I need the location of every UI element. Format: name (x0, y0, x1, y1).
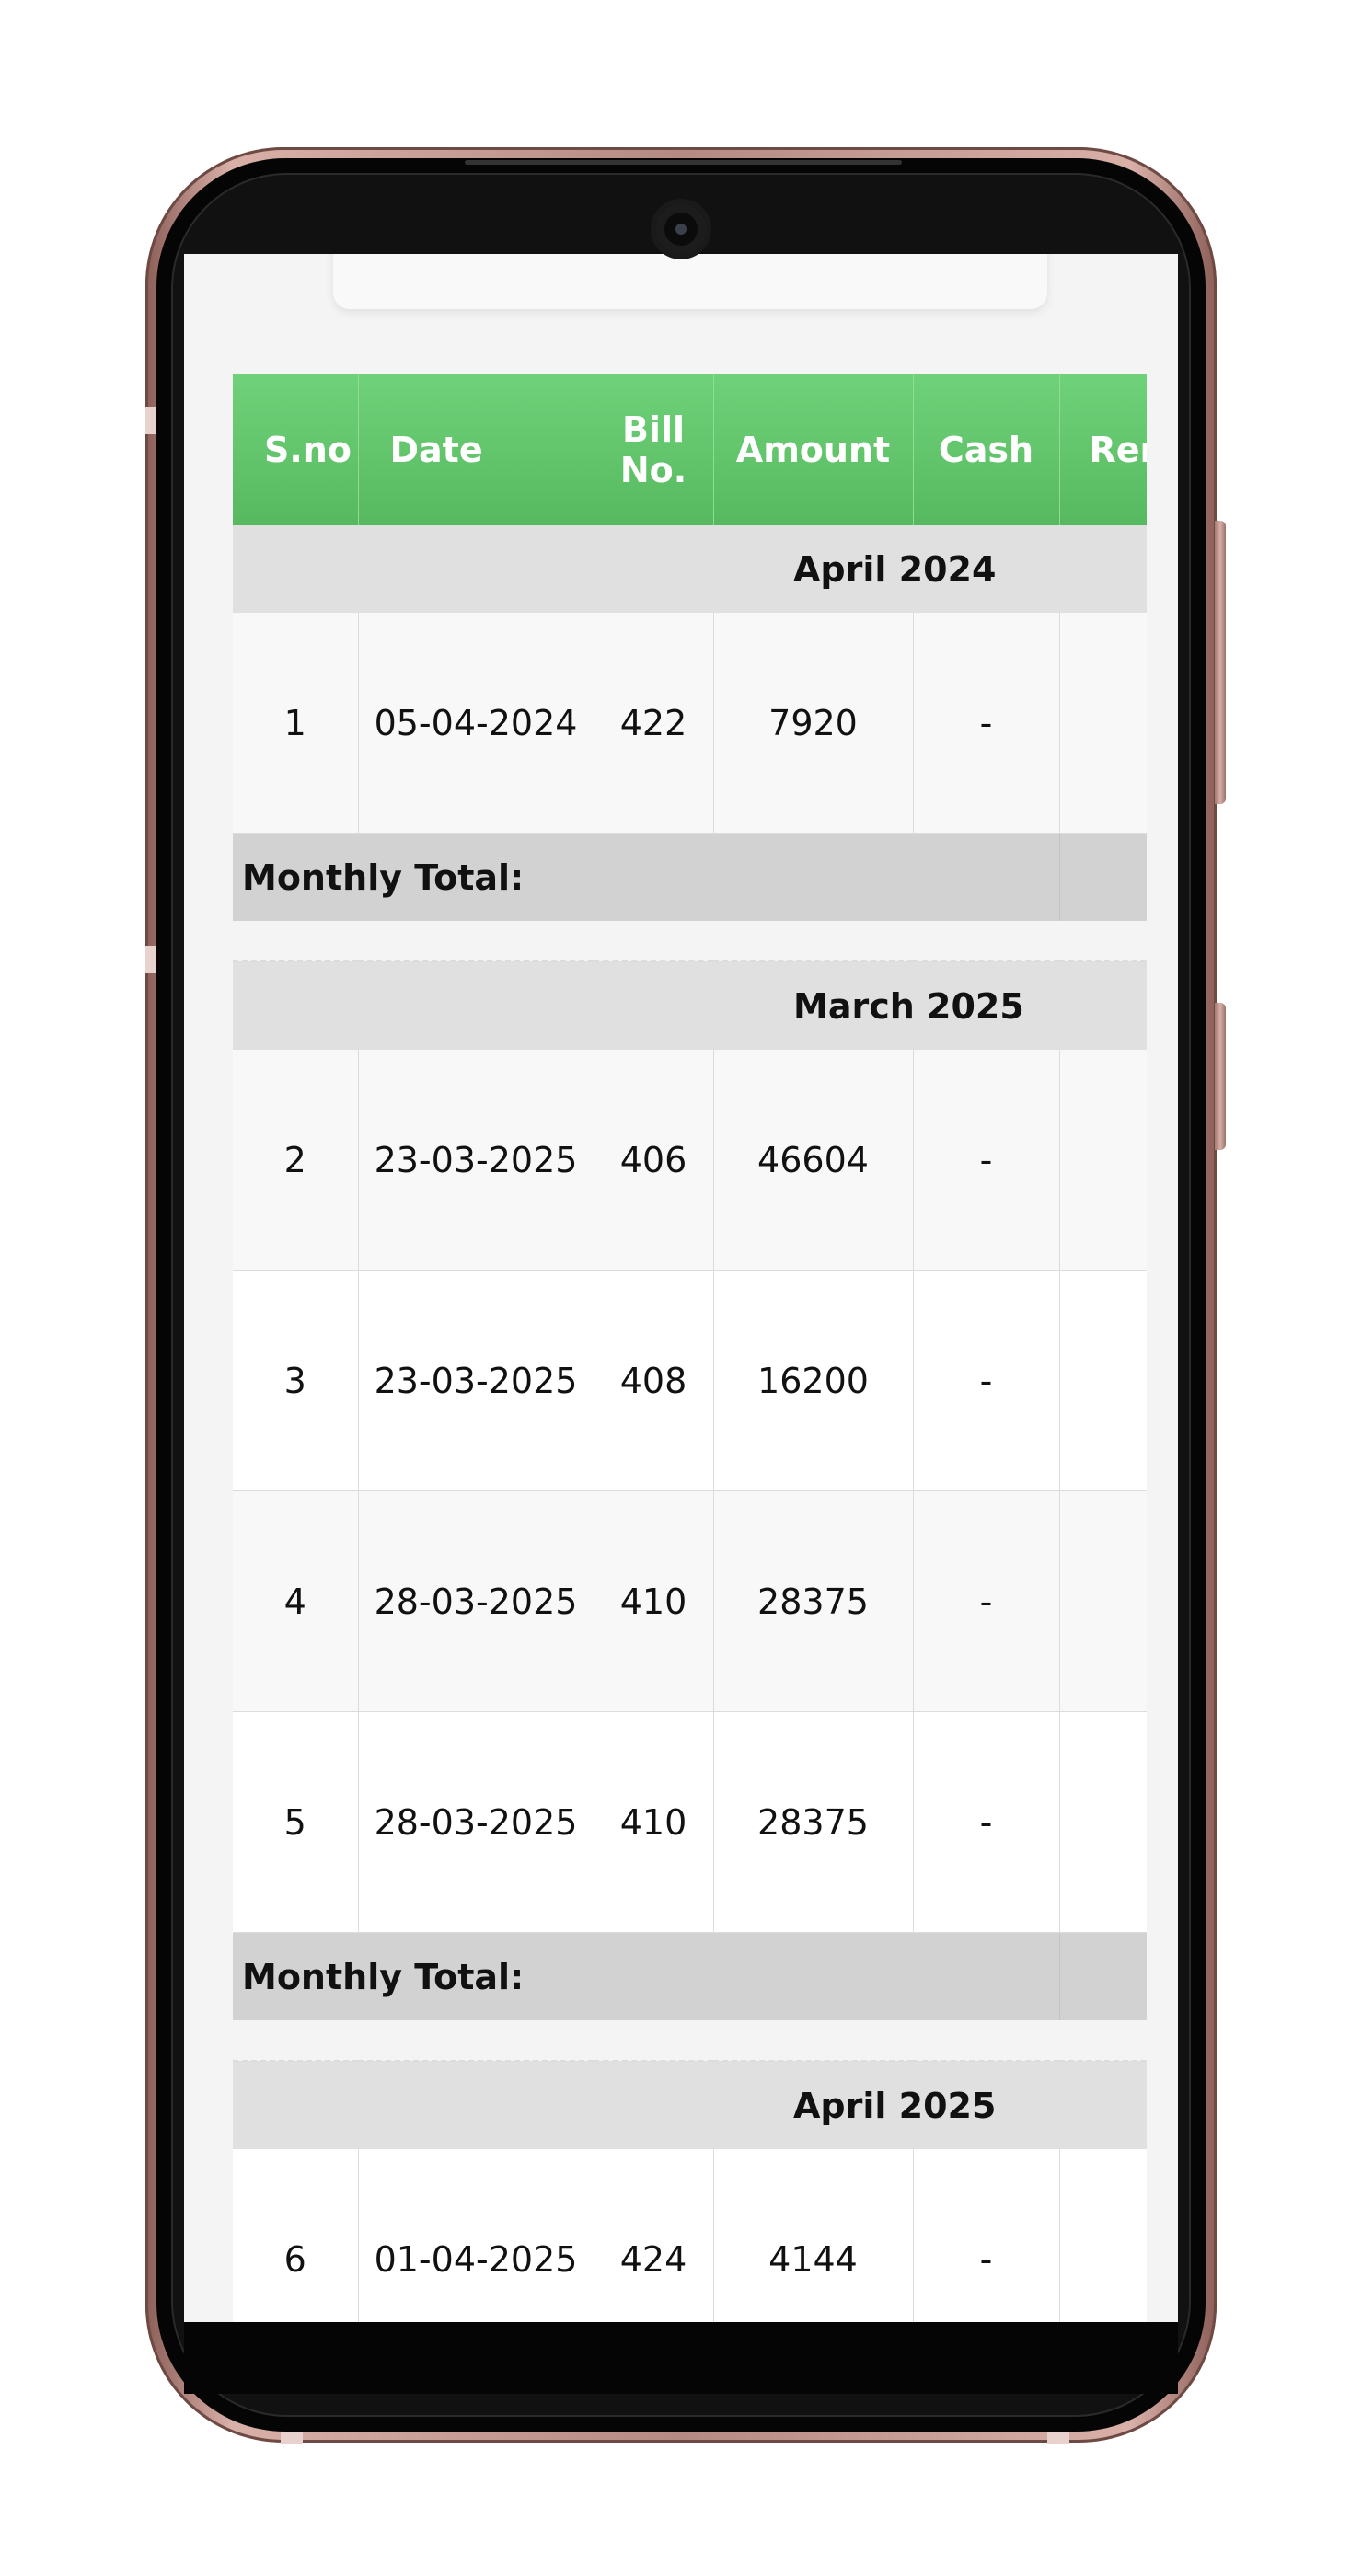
cell-amount: 4144 (713, 2149, 914, 2322)
table-row[interactable]: 3 23-03-2025 408 16200 - (233, 1270, 1147, 1491)
cell-sno: 4 (233, 1490, 359, 1712)
month-label: April 2025 (793, 2085, 997, 2126)
cell-date: 05-04-2024 (358, 613, 594, 834)
cell-amount: 28375 (713, 1490, 914, 1712)
cell-remarks (1059, 1490, 1147, 1712)
cell-sno: 2 (233, 1050, 359, 1271)
cell-bill: 422 (594, 613, 714, 834)
monthly-total-label: Monthly Total: (233, 833, 1059, 921)
month-header-row: March 2025 (233, 961, 1147, 1050)
cell-amount: 7920 (713, 613, 914, 834)
cell-bill: 424 (594, 2149, 714, 2322)
monthly-total-label: Monthly Total: (233, 1932, 1059, 2020)
front-camera-icon (655, 203, 707, 255)
table-row[interactable]: 1 05-04-2024 422 7920 - (233, 613, 1147, 834)
cell-remarks (1059, 2149, 1147, 2322)
cell-sno: 5 (233, 1711, 359, 1933)
header-bill-line2: No. (619, 450, 687, 490)
header-amount[interactable]: Amount (713, 374, 914, 525)
cell-amount: 28375 (713, 1711, 914, 1933)
power-button (1215, 1003, 1226, 1150)
month-header-row: April 2025 (233, 2061, 1147, 2149)
cell-date: 01-04-2025 (358, 2149, 594, 2322)
monthly-total-value (1058, 1932, 1147, 2020)
month-label: April 2024 (793, 548, 997, 590)
bills-table-scroll[interactable]: S.no Date Bill No. Amount Cash Rem (233, 374, 1147, 2322)
cell-remarks (1059, 613, 1147, 834)
header-bill-no[interactable]: Bill No. (594, 374, 714, 525)
bills-table: S.no Date Bill No. Amount Cash Rem (233, 374, 1147, 2322)
table-row[interactable]: 5 28-03-2025 410 28375 - (233, 1711, 1147, 1933)
cell-cash: - (913, 1050, 1060, 1271)
cell-remarks (1059, 1050, 1147, 1271)
group-spacer (233, 2020, 1147, 2062)
cell-remarks (1059, 1270, 1147, 1491)
month-label: March 2025 (793, 985, 1024, 1027)
cell-sno: 1 (233, 613, 359, 834)
header-sno[interactable]: S.no (233, 374, 359, 525)
header-cash[interactable]: Cash (913, 374, 1060, 525)
cell-date: 28-03-2025 (358, 1711, 594, 1933)
cell-bill: 410 (594, 1711, 714, 1933)
table-row[interactable]: 2 23-03-2025 406 46604 - (233, 1050, 1147, 1271)
cell-amount: 46604 (713, 1050, 914, 1271)
monthly-total-value (1058, 833, 1147, 921)
cell-sno: 3 (233, 1270, 359, 1491)
table-row[interactable]: 4 28-03-2025 410 28375 - (233, 1490, 1147, 1712)
table-row[interactable]: 6 01-04-2025 424 4144 - (233, 2149, 1147, 2322)
bottom-bezel (184, 2322, 1178, 2394)
header-date[interactable]: Date (358, 374, 594, 525)
monthly-total-row: Monthly Total: (233, 833, 1147, 921)
volume-button (1215, 521, 1226, 804)
summary-card (333, 254, 1047, 309)
table-header-row: S.no Date Bill No. Amount Cash Rem (233, 374, 1147, 525)
cell-cash: - (913, 1490, 1060, 1712)
cell-cash: - (913, 2149, 1060, 2322)
cell-bill: 410 (594, 1490, 714, 1712)
header-remarks[interactable]: Rem (1059, 374, 1147, 525)
cell-remarks (1059, 1711, 1147, 1933)
cell-cash: - (913, 613, 1060, 834)
cell-cash: - (913, 1270, 1060, 1491)
earpiece-slit (465, 160, 902, 165)
cell-cash: - (913, 1711, 1060, 1933)
cell-date: 28-03-2025 (358, 1490, 594, 1712)
cell-date: 23-03-2025 (358, 1270, 594, 1491)
cell-bill: 406 (594, 1050, 714, 1271)
phone-screen: S.no Date Bill No. Amount Cash Rem (184, 254, 1178, 2322)
header-bill-line1: Bill (621, 409, 686, 450)
cell-sno: 6 (233, 2149, 359, 2322)
device-stage: S.no Date Bill No. Amount Cash Rem (0, 0, 1362, 2576)
cell-date: 23-03-2025 (358, 1050, 594, 1271)
group-spacer (233, 921, 1147, 962)
cell-bill: 408 (594, 1270, 714, 1491)
monthly-total-row: Monthly Total: (233, 1932, 1147, 2020)
cell-amount: 16200 (713, 1270, 914, 1491)
month-header-row: April 2024 (233, 525, 1147, 613)
